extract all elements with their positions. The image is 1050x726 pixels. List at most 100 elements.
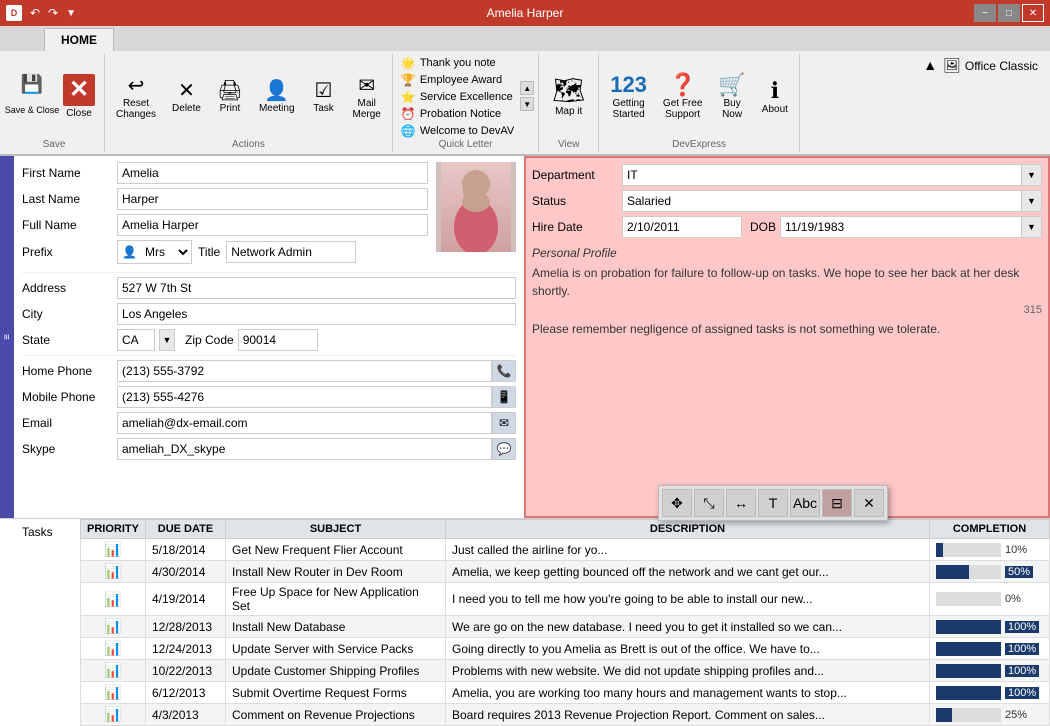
home-phone-input[interactable]	[117, 360, 492, 382]
ft-format-btn[interactable]: ⊟	[822, 489, 852, 517]
quick-letter-item-employee-award[interactable]: 🏆Employee Award	[397, 72, 518, 88]
quick-letter-item-service-excellence[interactable]: ⭐Service Excellence	[397, 89, 518, 105]
quick-access-more[interactable]: ▼	[66, 8, 76, 19]
buy-now-button[interactable]: 🛒 BuyNow	[711, 67, 752, 125]
minimize-button[interactable]: −	[974, 4, 996, 22]
ft-resize-btn[interactable]: ⤡	[694, 489, 724, 517]
status-input[interactable]	[623, 191, 1021, 211]
maximize-button[interactable]: □	[998, 4, 1020, 22]
zip-code-input[interactable]	[238, 329, 318, 351]
personal-profile-title: Personal Profile	[532, 246, 1042, 260]
first-name-input[interactable]	[117, 162, 428, 184]
ft-move-btn[interactable]: ✥	[662, 489, 692, 517]
save-button[interactable]: 💾	[8, 72, 56, 98]
table-row[interactable]: 📊10/22/2013Update Customer Shipping Prof…	[81, 660, 1050, 682]
table-row[interactable]: 📊12/28/2013Install New DatabaseWe are go…	[81, 616, 1050, 638]
department-label: Department	[532, 168, 622, 182]
table-row[interactable]: 📊4/30/2014Install New Router in Dev Room…	[81, 561, 1050, 583]
task-description: Amelia, we keep getting bounced off the …	[446, 561, 930, 583]
table-row[interactable]: 📊5/18/2014Get New Frequent Flier Account…	[81, 539, 1050, 561]
mail-merge-button[interactable]: ✉MailMerge	[346, 68, 388, 125]
about-button[interactable]: ℹ About	[755, 73, 795, 120]
quick-access-redo[interactable]: ↷	[48, 6, 58, 20]
ft-insert-btn[interactable]: Abc	[790, 489, 820, 517]
delete-button[interactable]: ✕Delete	[165, 73, 208, 119]
task-completion: 100%	[930, 638, 1050, 660]
collapse-ribbon-button[interactable]: ▲	[923, 57, 937, 73]
table-row[interactable]: 📊4/19/2014Free Up Space for New Applicat…	[81, 583, 1050, 616]
task-description: I need you to tell me how you're going t…	[446, 583, 930, 616]
status-label: Status	[532, 194, 622, 208]
status-dropdown[interactable]: ▼	[1021, 191, 1041, 211]
quick-access-undo[interactable]: ↶	[30, 6, 40, 20]
table-row[interactable]: 📊4/3/2013Comment on Revenue ProjectionsB…	[81, 704, 1050, 726]
task-description: Going directly to you Amelia as Brett is…	[446, 638, 930, 660]
dob-picker[interactable]: ▼	[1021, 217, 1041, 237]
last-name-label: Last Name	[22, 192, 117, 206]
department-input[interactable]	[623, 165, 1021, 185]
state-dropdown[interactable]: ▼	[159, 329, 175, 351]
dob-label: DOB	[750, 220, 776, 234]
full-name-input[interactable]	[117, 214, 428, 236]
theme-icon: 🖼	[943, 57, 961, 74]
title-input[interactable]	[226, 241, 356, 263]
mobile-phone-action[interactable]: 📱	[492, 386, 516, 408]
task-subject: Submit Overtime Request Forms	[226, 682, 446, 704]
quick-letter-item-welcome[interactable]: 🌐Welcome to DevAV	[397, 123, 518, 139]
task-completion: 0%	[930, 583, 1050, 616]
dob-input[interactable]	[781, 217, 1021, 237]
print-button[interactable]: 🖨Print	[210, 73, 250, 119]
skype-label: Skype	[22, 442, 117, 456]
quick-letter-scroll-up[interactable]: ▲	[520, 81, 534, 95]
city-input[interactable]	[117, 303, 516, 325]
app-logo[interactable]: D	[6, 5, 22, 21]
top-form-section: First Name Last Name Full Name	[22, 162, 516, 268]
task-subject: Install New Router in Dev Room	[226, 561, 446, 583]
skype-row: Skype 💬	[22, 438, 516, 460]
title-label: Title	[198, 245, 220, 259]
table-row[interactable]: 📊12/24/2013Update Server with Service Pa…	[81, 638, 1050, 660]
skype-action[interactable]: 💬	[492, 438, 516, 460]
task-button[interactable]: ☑Task	[304, 73, 344, 119]
first-name-label: First Name	[22, 166, 117, 180]
mobile-phone-input[interactable]	[117, 386, 492, 408]
status-row: Status ▼	[532, 190, 1042, 212]
save-close-button[interactable]: Save & Close	[8, 99, 56, 121]
actions-group-label: Actions	[232, 139, 265, 152]
task-priority: 📊	[81, 660, 146, 682]
quick-letter-item-thankyou[interactable]: 🌟Thank you note	[397, 55, 518, 71]
close-button[interactable]: ✕	[1022, 4, 1044, 22]
task-due-date: 6/12/2013	[146, 682, 226, 704]
ft-delete-btn[interactable]: ✕	[854, 489, 884, 517]
ft-adjust-btn[interactable]: ↔	[726, 489, 756, 517]
right-form-panel: Department ▼ Status ▼ Hire Dat	[524, 156, 1050, 518]
skype-input[interactable]	[117, 438, 492, 460]
email-action[interactable]: ✉	[492, 412, 516, 434]
quick-letter-item-probation[interactable]: ⏰Probation Notice	[397, 106, 518, 122]
last-name-input[interactable]	[117, 188, 428, 210]
tab-home[interactable]: HOME	[44, 28, 114, 51]
prefix-select[interactable]: MrsMrMsDr	[141, 241, 191, 263]
profile-photo	[436, 162, 516, 252]
table-row[interactable]: 📊6/12/2013Submit Overtime Request FormsA…	[81, 682, 1050, 704]
ribbon-group-devexpress: 123 GettingStarted ❓ Get FreeSupport 🛒 B…	[599, 53, 800, 152]
meeting-button[interactable]: 👤Meeting	[252, 73, 302, 119]
address-input[interactable]	[117, 277, 516, 299]
email-input[interactable]	[117, 412, 492, 434]
save-group-label: Save	[43, 139, 66, 152]
close-ribbon-button[interactable]: ✕ Close	[58, 69, 100, 124]
col-due-date: DUE DATE	[146, 520, 226, 539]
home-phone-action[interactable]: 📞	[492, 360, 516, 382]
floating-toolbar: ✥ ⤡ ↔ T Abc ⊟ ✕	[658, 485, 888, 521]
ft-text-btn[interactable]: T	[758, 489, 788, 517]
getting-started-button[interactable]: 123 GettingStarted	[603, 67, 654, 125]
reset-changes-button[interactable]: ↩ResetChanges	[109, 68, 163, 125]
map-it-button[interactable]: 🗺 Map it	[543, 70, 594, 122]
quick-letter-dropdown[interactable]: ▼	[520, 97, 534, 111]
col-priority: PRIORITY	[81, 520, 146, 539]
department-dropdown[interactable]: ▼	[1021, 165, 1041, 185]
state-input[interactable]	[117, 329, 155, 351]
tasks-table: PRIORITY DUE DATE SUBJECT DESCRIPTION CO…	[80, 519, 1050, 726]
get-free-support-button[interactable]: ❓ Get FreeSupport	[656, 67, 709, 125]
task-description: Amelia, you are working too many hours a…	[446, 682, 930, 704]
